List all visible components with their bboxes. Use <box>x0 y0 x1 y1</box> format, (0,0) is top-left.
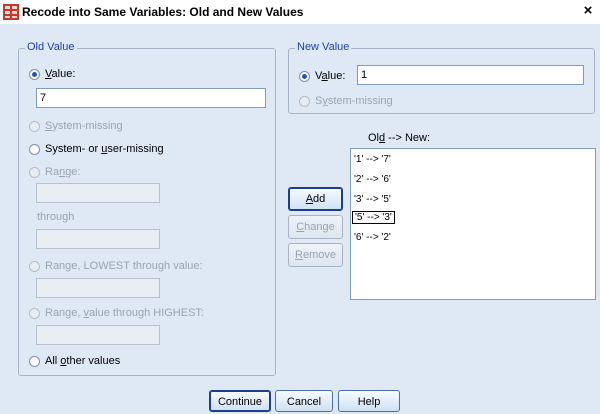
radio-button-icon[interactable] <box>29 143 40 155</box>
old-value-legend: Old Value <box>25 41 77 53</box>
new-system-missing-label: System-missing <box>315 95 393 107</box>
change-button[interactable]: Change <box>288 215 343 239</box>
old-system-missing-radio[interactable]: System-missing <box>29 120 123 132</box>
radio-button-icon[interactable] <box>29 166 40 178</box>
old-new-list-header: Old --> New: <box>368 132 431 144</box>
list-item[interactable]: '2' --> '6' <box>354 174 391 185</box>
radio-button-icon[interactable] <box>299 70 310 82</box>
list-item-selected[interactable]: '5' --> '3' <box>352 211 395 224</box>
radio-button-icon[interactable] <box>29 260 40 272</box>
cancel-button[interactable]: Cancel <box>275 390 333 412</box>
range-radio[interactable]: Range: <box>29 166 80 178</box>
list-item[interactable]: '6' --> '2' <box>354 232 391 243</box>
all-other-values-radio[interactable]: All other values <box>29 355 120 367</box>
title-bar: Recode into Same Variables: Old and New … <box>0 0 600 24</box>
list-item[interactable]: '3' --> '5' <box>354 194 391 205</box>
new-value-legend: New Value <box>295 41 352 53</box>
old-system-missing-label: System-missing <box>45 120 123 132</box>
radio-button-icon[interactable] <box>299 95 310 107</box>
through-label: through <box>37 211 75 223</box>
range-highest-input[interactable] <box>36 325 160 345</box>
system-or-user-missing-radio[interactable]: System- or user-missing <box>29 143 164 155</box>
window-title: Recode into Same Variables: Old and New … <box>22 5 304 19</box>
radio-button-icon[interactable] <box>29 307 40 319</box>
help-button[interactable]: Help <box>338 390 400 412</box>
system-or-user-missing-label: System- or user-missing <box>45 143 164 155</box>
range-highest-label: Range, value through HIGHEST: <box>45 307 204 319</box>
recode-dialog: Recode into Same Variables: Old and New … <box>0 0 600 414</box>
list-item[interactable]: '1' --> '7' <box>354 154 391 165</box>
range-lowest-input[interactable] <box>36 278 160 298</box>
range-lowest-label: Range, LOWEST through value: <box>45 260 203 272</box>
close-icon[interactable]: × <box>580 2 596 20</box>
new-value-label: Value: <box>315 70 346 82</box>
all-other-values-label: All other values <box>45 355 121 367</box>
radio-button-icon[interactable] <box>29 355 40 367</box>
remove-button[interactable]: Remove <box>288 243 343 267</box>
radio-button-icon[interactable] <box>29 68 40 80</box>
range-highest-radio[interactable]: Range, value through HIGHEST: <box>29 307 204 319</box>
range-from-input[interactable] <box>36 183 160 203</box>
add-button[interactable]: Add <box>288 187 343 211</box>
old-new-list[interactable]: '1' --> '7' '2' --> '6' '3' --> '5' '5' … <box>350 148 596 300</box>
new-value-input[interactable]: 1 <box>357 65 584 85</box>
range-lowest-radio[interactable]: Range, LOWEST through value: <box>29 260 203 272</box>
range-label: Range: <box>45 166 81 178</box>
new-system-missing-radio[interactable]: System-missing <box>299 95 393 107</box>
old-value-radio[interactable]: Value: <box>29 68 75 80</box>
new-value-radio[interactable]: Value: <box>299 70 345 82</box>
spss-grid-icon <box>3 4 19 20</box>
radio-button-icon[interactable] <box>29 120 40 132</box>
continue-button[interactable]: Continue <box>209 390 271 412</box>
old-value-label: Value: <box>45 68 76 80</box>
old-value-input[interactable]: 7 <box>36 88 266 108</box>
range-to-input[interactable] <box>36 229 160 249</box>
